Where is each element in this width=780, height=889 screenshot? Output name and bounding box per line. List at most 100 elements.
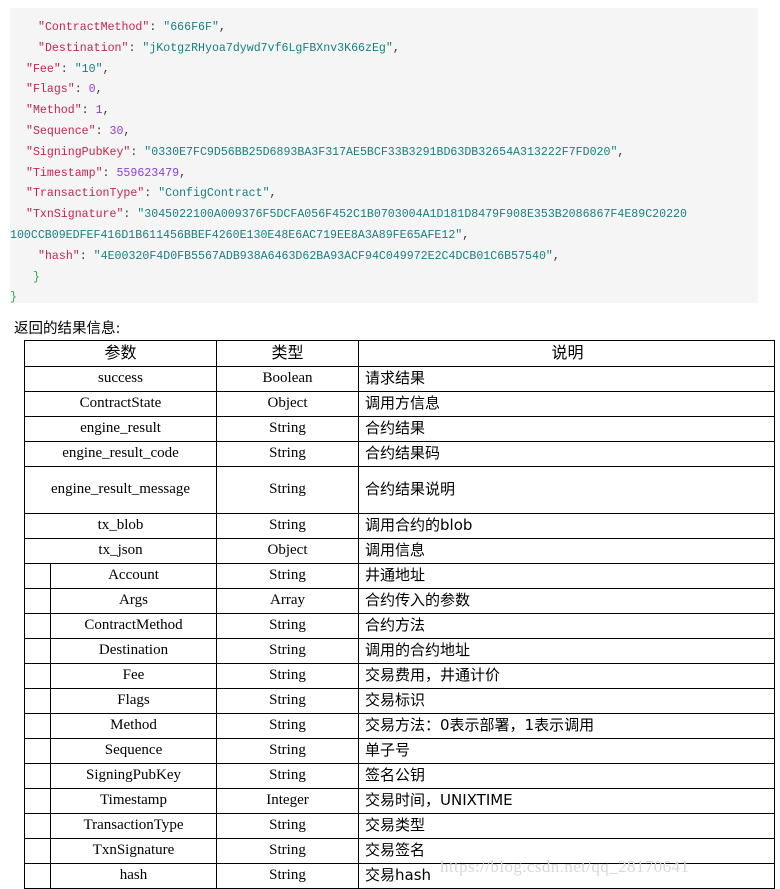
cell-param: engine_result — [23, 416, 218, 442]
cell-indent-spacer — [24, 713, 51, 739]
table-header-type: 类型 — [216, 340, 360, 367]
table-row: Flags String 交易标识 — [24, 688, 776, 714]
cell-description: 合约结果 — [358, 416, 776, 442]
cell-type: Boolean — [216, 366, 360, 392]
code-line: "hash": "4E00320F4D0FB5567ADB938A6463D62… — [10, 247, 758, 268]
cell-type: String — [216, 638, 360, 664]
code-token-punct: : — [149, 21, 164, 34]
code-line: "Timestamp": 559623479, — [10, 164, 758, 185]
cell-description: 交易类型 — [358, 813, 776, 839]
cell-param: SigningPubKey — [49, 763, 218, 789]
cell-type: String — [216, 513, 360, 539]
table-row: engine_result_code String 合约结果码 — [23, 441, 776, 467]
code-token-punct: : — [144, 187, 159, 201]
cell-param: Flags — [49, 688, 218, 714]
code-token-punct: , — [552, 249, 560, 263]
code-token-punct: , — [392, 41, 400, 55]
cell-description: 调用方信息 — [358, 391, 776, 417]
table-row: ContractMethod String 合约方法 — [24, 613, 776, 639]
code-line: } — [10, 288, 758, 303]
code-token-punct: : — [95, 124, 110, 138]
code-token-key: "Fee" — [26, 62, 61, 76]
code-line: "Method": 1, — [10, 101, 758, 122]
code-token-punct: , — [102, 62, 110, 76]
cell-param: Fee — [49, 663, 218, 689]
cell-type: String — [216, 563, 360, 589]
code-token-punct: , — [617, 145, 625, 159]
code-line: "Fee": "10", — [10, 60, 758, 81]
cell-param: Args — [49, 588, 218, 614]
code-token-punct: , — [102, 104, 110, 118]
code-token-key: "Flags" — [26, 83, 75, 97]
code-token-punct: , — [462, 228, 470, 242]
code-token-key: "hash" — [38, 249, 80, 263]
code-token-punct: : — [123, 208, 138, 222]
code-token-str: "666F6F" — [163, 21, 219, 34]
cell-indent-spacer — [24, 613, 51, 639]
code-line: } — [10, 268, 758, 289]
result-parameter-table: 参数 类型 说明 success Boolean 请求结果 ContractState Obj… — [23, 340, 776, 889]
cell-param: TransactionType — [49, 813, 218, 839]
cell-description: 请求结果 — [358, 366, 776, 392]
code-token-str: "4E00320F4D0FB5567ADB938A6463D62BA93ACF9… — [93, 249, 553, 263]
code-token-brace: } — [26, 270, 40, 284]
code-line: "Sequence": 30, — [10, 122, 758, 143]
cell-description: 交易标识 — [358, 688, 776, 714]
cell-indent-spacer — [24, 588, 51, 614]
code-token-num: 1 — [95, 104, 103, 118]
cell-indent-spacer — [24, 638, 51, 664]
table-header-row: 参数 类型 说明 — [23, 340, 776, 367]
json-code-block: "ContractMethod": "666F6F", "Destination"… — [10, 8, 758, 303]
cell-type: Object — [216, 391, 360, 417]
table-row: Timestamp Integer 交易时间，UNIXTIME — [24, 788, 776, 814]
cell-param: TxnSignature — [49, 838, 218, 864]
code-token-str: "ConfigContract" — [158, 187, 270, 201]
code-line: 100CCB09EDFEF416D1B611456BBEF4260E130E48… — [10, 226, 758, 247]
table-header-desc: 说明 — [358, 340, 776, 367]
code-token-punct: , — [123, 124, 131, 138]
code-token-punct: : — [128, 41, 143, 55]
code-token-brace: } — [10, 291, 17, 303]
code-token-key: "ContractMethod" — [38, 21, 150, 34]
table-row: Method String 交易方法：0表示部署，1表示调用 — [24, 713, 776, 739]
cell-type: String — [216, 713, 360, 739]
code-token-punct: , — [95, 83, 103, 97]
table-row: tx_blob String 调用合约的blob — [23, 513, 776, 539]
cell-indent-spacer — [24, 563, 51, 589]
cell-indent-spacer — [24, 788, 51, 814]
code-token-punct: , — [269, 187, 277, 201]
cell-param: Method — [49, 713, 218, 739]
code-line: "ContractMethod": "666F6F", — [10, 18, 758, 39]
json-code-content: "ContractMethod": "666F6F", "Destination"… — [10, 18, 758, 303]
cell-param: Sequence — [49, 738, 218, 764]
cell-indent-spacer — [24, 863, 51, 889]
cell-description: 交易费用，井通计价 — [358, 663, 776, 689]
code-line: "TransactionType": "ConfigContract", — [10, 184, 758, 205]
code-token-key: "Method" — [26, 104, 82, 118]
code-token-key: "Sequence" — [26, 124, 96, 138]
table-row: TransactionType String 交易类型 — [24, 813, 776, 839]
cell-type: Object — [216, 538, 360, 564]
cell-param: engine_result_code — [23, 441, 218, 467]
table-row: hash String 交易hash — [24, 863, 776, 889]
cell-description: 调用合约的blob — [358, 513, 776, 539]
cell-type: String — [216, 663, 360, 689]
code-token-key: "Destination" — [38, 41, 129, 55]
code-line: "Destination": "jKotgzRHyoa7dywd7vf6LgFB… — [10, 39, 758, 60]
cell-indent-spacer — [24, 738, 51, 764]
cell-indent-spacer — [24, 763, 51, 789]
cell-param: tx_blob — [23, 513, 218, 539]
cell-description: 合约传入的参数 — [358, 588, 776, 614]
cell-type: String — [216, 416, 360, 442]
cell-param: Destination — [49, 638, 218, 664]
table-row: ContractState Object 调用方信息 — [23, 391, 776, 417]
cell-description: 交易签名 — [358, 838, 776, 864]
table-row: engine_result String 合约结果 — [23, 416, 776, 442]
code-line: "SigningPubKey": "0330E7FC9D56BB25D6893B… — [10, 143, 758, 164]
code-token-num: 559623479 — [116, 166, 180, 180]
cell-type: String — [216, 838, 360, 864]
result-info-caption: 返回的结果信息: — [14, 321, 121, 337]
cell-indent-spacer — [24, 838, 51, 864]
cell-description: 井通地址 — [358, 563, 776, 589]
table-row: Destination String 调用的合约地址 — [24, 638, 776, 664]
